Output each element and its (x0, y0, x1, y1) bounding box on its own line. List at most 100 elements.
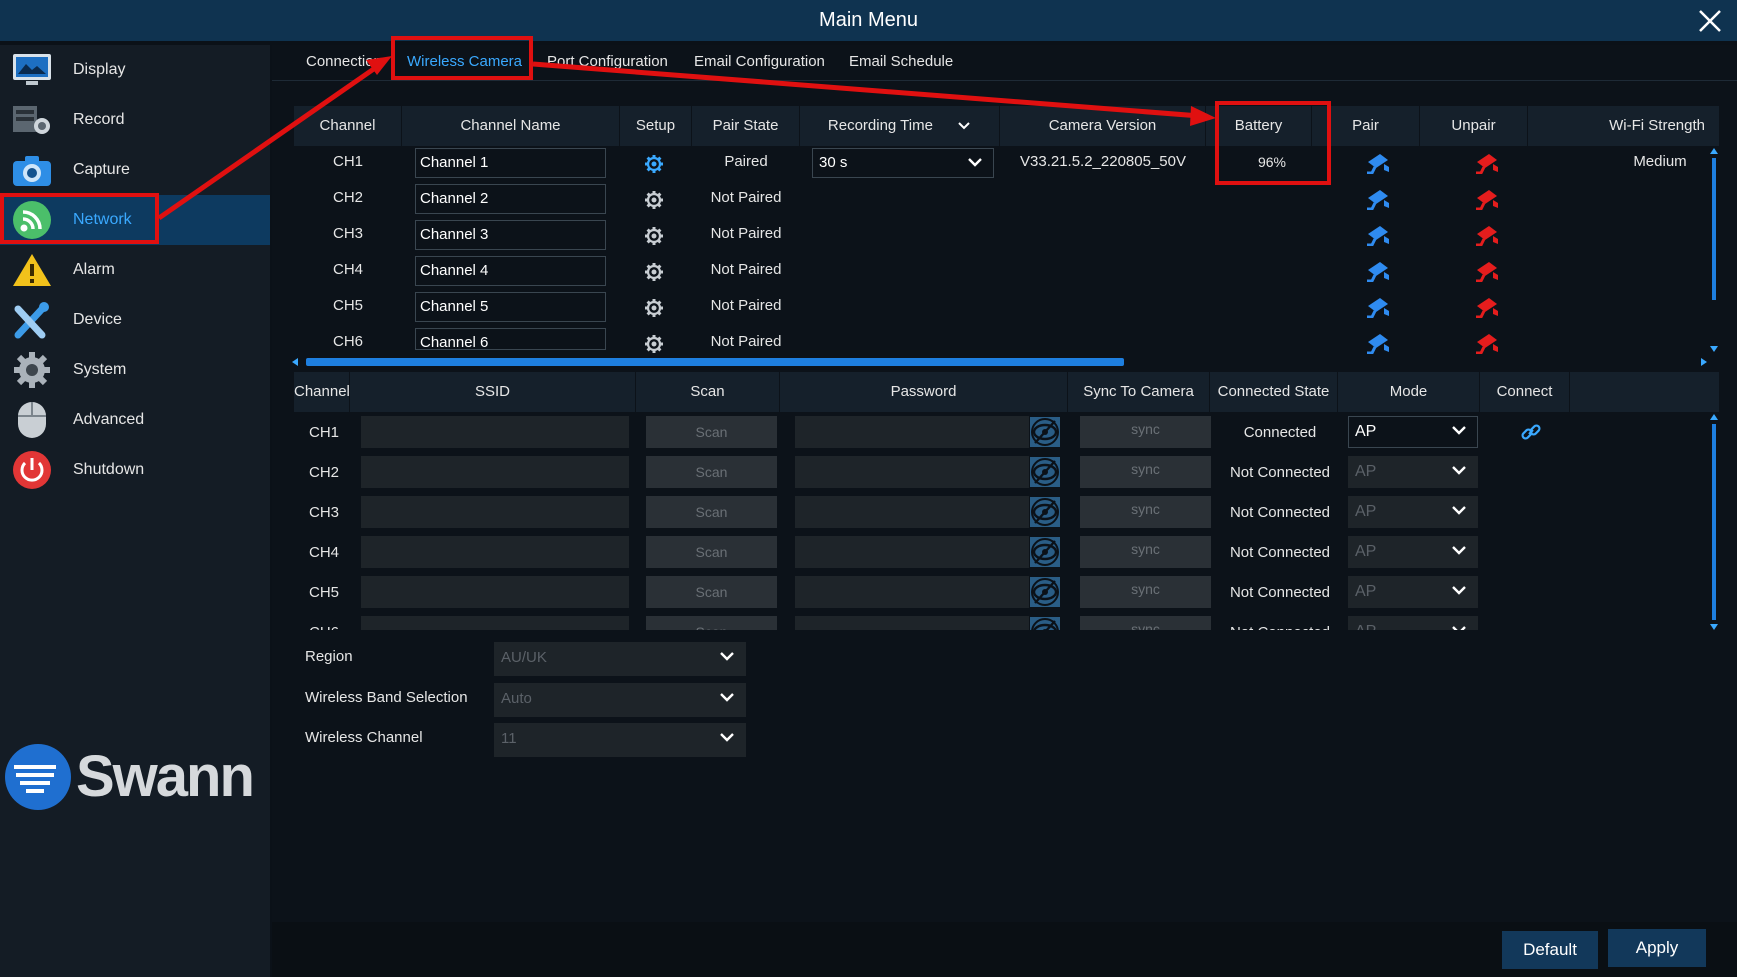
title-bar: Main Menu (0, 0, 1737, 41)
col-connect: Connect (1480, 372, 1570, 412)
ssid-input[interactable] (361, 416, 629, 448)
col-recording-time[interactable]: Recording Time (800, 106, 1000, 146)
mode-select[interactable]: AP (1348, 536, 1478, 568)
unpair-camera-icon[interactable] (1474, 296, 1500, 322)
mode-select[interactable]: AP (1348, 616, 1478, 630)
password-input[interactable] (795, 536, 1029, 568)
ssid-input[interactable] (361, 576, 629, 608)
scan-button[interactable]: Scan (646, 576, 777, 608)
scan-button[interactable]: Scan (646, 616, 777, 630)
vertical-scrollbar[interactable] (1710, 148, 1718, 352)
recording-time-select[interactable]: 30 s (812, 148, 994, 178)
sidebar-item-display[interactable]: Display (0, 45, 270, 95)
mode-select[interactable]: AP (1348, 576, 1478, 608)
channel-name-input[interactable]: Channel 4 (415, 256, 606, 286)
apply-button[interactable]: Apply (1608, 929, 1706, 967)
mode-select[interactable]: AP (1348, 416, 1478, 448)
sync-button[interactable]: sync (1080, 416, 1211, 448)
unpair-camera-icon[interactable] (1474, 152, 1500, 178)
region-select[interactable]: AU/UK (494, 642, 746, 676)
sync-button[interactable]: sync (1080, 456, 1211, 488)
password-input[interactable] (795, 416, 1029, 448)
chevron-down-icon (1452, 546, 1466, 555)
hide-password-icon[interactable] (1030, 577, 1060, 611)
wireless-band-select[interactable]: Auto (494, 683, 746, 717)
pair-camera-icon[interactable] (1365, 296, 1391, 322)
ssid-input[interactable] (361, 536, 629, 568)
connected-state: Connected (1243, 424, 1317, 441)
sidebar-item-network[interactable]: Network (0, 195, 270, 245)
tab-email-schedule[interactable]: Email Schedule (849, 53, 953, 70)
horizontal-scrollbar[interactable] (292, 354, 1707, 366)
hide-password-icon[interactable] (1030, 457, 1060, 491)
scan-button[interactable]: Scan (646, 416, 777, 448)
sidebar-item-advanced[interactable]: Advanced (0, 395, 270, 445)
tab-email-configuration[interactable]: Email Configuration (694, 53, 825, 70)
channel-name-input[interactable]: Channel 3 (415, 220, 606, 250)
pair-state: Paired (724, 153, 768, 170)
channel-name-input[interactable]: Channel 1 (415, 148, 606, 178)
pair-camera-icon[interactable] (1365, 188, 1391, 214)
ssid-input[interactable] (361, 496, 629, 528)
channel-name-input[interactable]: Channel 6 (415, 328, 606, 350)
channel-name-input[interactable]: Channel 5 (415, 292, 606, 322)
unpair-camera-icon[interactable] (1474, 224, 1500, 250)
gear-icon[interactable] (644, 226, 664, 250)
tab-connection[interactable]: Connection (306, 53, 382, 70)
sidebar-item-shutdown[interactable]: Shutdown (0, 445, 270, 495)
scan-button[interactable]: Scan (646, 456, 777, 488)
pair-camera-icon[interactable] (1365, 152, 1391, 178)
pair-state: Not Paired (710, 297, 782, 314)
chevron-down-icon (968, 158, 982, 167)
col-camera-version: Camera Version (1000, 106, 1206, 146)
unpair-camera-icon[interactable] (1474, 260, 1500, 286)
sidebar-item-device[interactable]: Device (0, 295, 270, 345)
sync-button[interactable]: sync (1080, 536, 1211, 568)
hide-password-icon[interactable] (1030, 497, 1060, 531)
password-input[interactable] (795, 576, 1029, 608)
sidebar-item-system[interactable]: System (0, 345, 270, 395)
sidebar-item-capture[interactable]: Capture (0, 145, 270, 195)
col-setup: Setup (620, 106, 692, 146)
wifi-vertical-scrollbar[interactable] (1710, 414, 1718, 630)
scan-button[interactable]: Scan (646, 496, 777, 528)
close-icon[interactable] (1697, 8, 1723, 34)
camera-version: V33.21.5.2_220805_50V (1020, 153, 1186, 170)
alarm-icon (11, 249, 53, 291)
pair-camera-icon[interactable] (1365, 224, 1391, 250)
hide-password-icon[interactable] (1030, 617, 1060, 630)
hide-password-icon[interactable] (1030, 537, 1060, 571)
row-channel: CH1 (333, 153, 364, 170)
password-input[interactable] (795, 496, 1029, 528)
sidebar-item-alarm[interactable]: Alarm (0, 245, 270, 295)
scan-button[interactable]: Scan (646, 536, 777, 568)
password-input[interactable] (795, 616, 1029, 630)
sync-button[interactable]: sync (1080, 576, 1211, 608)
tab-wireless-camera[interactable]: Wireless Camera (407, 53, 522, 70)
chevron-down-icon (720, 652, 734, 661)
gear-icon[interactable] (644, 190, 664, 214)
default-button[interactable]: Default (1502, 931, 1598, 969)
tab-port-configuration[interactable]: Port Configuration (547, 53, 668, 70)
mode-select[interactable]: AP (1348, 496, 1478, 528)
col-sync: Sync To Camera (1068, 372, 1210, 412)
ssid-input[interactable] (361, 456, 629, 488)
sync-button[interactable]: sync (1080, 616, 1211, 630)
ssid-input[interactable] (361, 616, 629, 630)
pair-camera-icon[interactable] (1365, 260, 1391, 286)
unpair-camera-icon[interactable] (1474, 188, 1500, 214)
gear-icon[interactable] (644, 154, 664, 178)
hide-password-icon[interactable] (1030, 417, 1060, 451)
sync-button[interactable]: sync (1080, 496, 1211, 528)
gear-icon[interactable] (644, 262, 664, 286)
channel-name-input[interactable]: Channel 2 (415, 184, 606, 214)
wireless-channel-select[interactable]: 11 (494, 723, 746, 757)
password-input[interactable] (795, 456, 1029, 488)
sidebar-item-record[interactable]: Record (0, 95, 270, 145)
mode-select[interactable]: AP (1348, 456, 1478, 488)
window-title: Main Menu (819, 9, 918, 31)
row-channel: CH5 (309, 584, 340, 601)
gear-icon[interactable] (644, 298, 664, 322)
swann-logo-icon (5, 744, 71, 810)
link-icon[interactable] (1520, 421, 1542, 447)
